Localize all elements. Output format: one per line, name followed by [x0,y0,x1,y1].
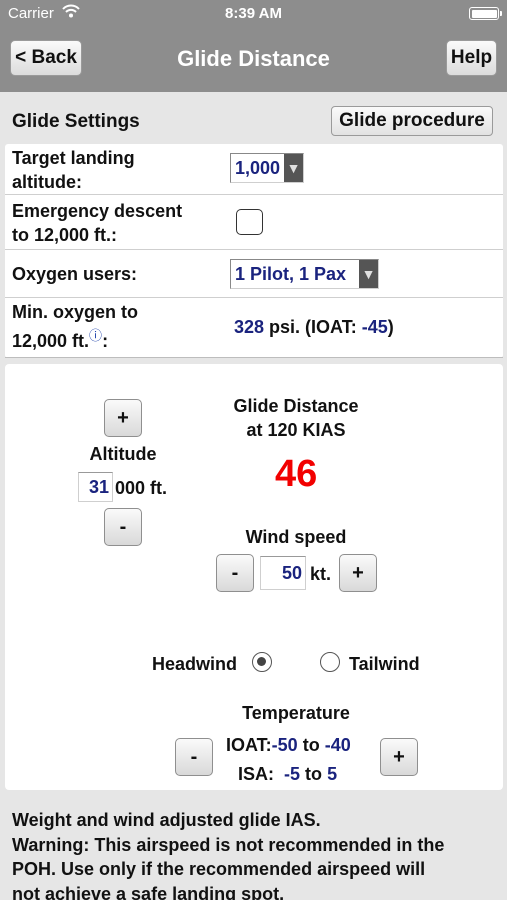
oxygen-psi: 328 [234,317,265,337]
footer-note: Weight and wind adjusted glide IAS. Warn… [12,808,502,900]
ioat-range: IOAT:-50 to -40 [226,735,351,756]
emergency-descent-checkbox[interactable] [236,209,263,235]
navigation-bar: < Back Glide Distance Help [0,28,507,92]
oxygen-close: ) [387,317,394,337]
min-oxygen-label: Min. oxygen to 12,000 ft.ⓘ: [12,300,138,353]
footer-line: Weight and wind adjusted glide IAS. [12,810,321,830]
dropdown-arrow-icon: ▼ [284,154,303,182]
glide-distance-title: Glide Distance [233,396,359,416]
altitude-input[interactable]: 31 [78,472,113,502]
ioat-low: -50 [271,735,298,755]
isa-high: 5 [327,764,338,784]
target-altitude-row: Target landing altitude: 1,000 ▼ [5,144,503,195]
temperature-decrease-button[interactable]: - [175,738,213,776]
oxygen-users-label: Oxygen users: [12,264,138,284]
min-oxygen-row: Min. oxygen to 12,000 ft.ⓘ: 328 psi. (IO… [5,298,503,358]
label-line: Target landing [12,148,135,168]
wind-increase-button[interactable]: + [339,554,377,592]
wind-decrease-button[interactable]: - [216,554,254,592]
glide-settings-header: Glide Settings Glide procedure [0,92,507,144]
label-line: to 12,000 ft.: [12,225,118,245]
oxygen-psi-unit: psi. (IOAT: [264,317,362,337]
isa-range: ISA: -5 to 5 [238,764,337,785]
footer-line: POH. Use only if the recommended airspee… [12,859,426,879]
status-time: 8:39 AM [225,5,282,22]
isa-label: ISA: [238,764,274,784]
help-button[interactable]: Help [446,40,497,76]
label-line: Min. oxygen to [12,302,138,322]
oxygen-users-select[interactable]: 1 Pilot, 1 Pax ▼ [230,259,379,289]
info-icon[interactable]: ⓘ [89,328,102,343]
ioat-label: IOAT: [226,735,272,755]
isa-to: to [305,764,323,784]
altitude-label: Altitude [89,444,157,464]
ioat-to: to [302,735,320,755]
oxygen-users-row: Oxygen users: 1 Pilot, 1 Pax ▼ [5,250,503,298]
glide-panel: + Altitude 31 000 ft. - Glide Distance a… [5,364,503,790]
wind-speed-unit: kt. [310,564,332,584]
label-colon: : [102,331,109,351]
headwind-radio[interactable] [252,652,272,672]
altitude-increase-button[interactable]: + [104,399,142,437]
target-altitude-select[interactable]: 1,000 ▼ [230,153,304,183]
temperature-label: Temperature [242,703,350,723]
altitude-decrease-button[interactable]: - [104,508,142,546]
emergency-descent-row: Emergency descent to 12,000 ft.: [5,195,503,250]
page-title: Glide Distance [177,46,330,71]
label-line: 12,000 ft.ⓘ: [12,324,138,353]
settings-table: Target landing altitude: 1,000 ▼ Emergen… [5,144,503,358]
temperature-increase-button[interactable]: + [380,738,418,776]
ioat-high: -40 [324,735,351,755]
altitude-unit: 000 ft. [115,478,168,498]
min-oxygen-value: 328 psi. (IOAT: -45) [234,317,394,338]
footer-line: Warning: This airspeed is not recommende… [12,834,445,855]
label-line: Emergency descent [12,201,183,221]
glide-distance-subtitle: at 120 KIAS [246,420,346,440]
label-line: altitude: [12,172,82,192]
section-title: Glide Settings [12,111,140,132]
glide-procedure-button[interactable]: Glide procedure [331,106,493,136]
wind-speed-input[interactable]: 50 [260,556,306,590]
dropdown-arrow-icon: ▼ [359,260,378,288]
footer-line: not achieve a safe landing spot. [12,883,285,900]
tailwind-radio[interactable] [320,652,340,672]
isa-low: -5 [284,764,301,784]
oxygen-ioat: -45 [361,317,388,337]
glide-distance-value: 46 [275,453,318,495]
select-value: 1 Pilot, 1 Pax [235,264,347,284]
status-bar: Carrier 8:39 AM [0,0,507,28]
headwind-label: Headwind [152,654,238,674]
wind-speed-label: Wind speed [245,527,347,547]
tailwind-label: Tailwind [349,654,420,674]
select-value: 1,000 [235,158,281,178]
label-text: 12,000 ft. [12,331,90,351]
battery-icon [469,7,502,20]
emergency-descent-label: Emergency descent to 12,000 ft.: [12,199,182,247]
target-altitude-label: Target landing altitude: [12,146,135,194]
